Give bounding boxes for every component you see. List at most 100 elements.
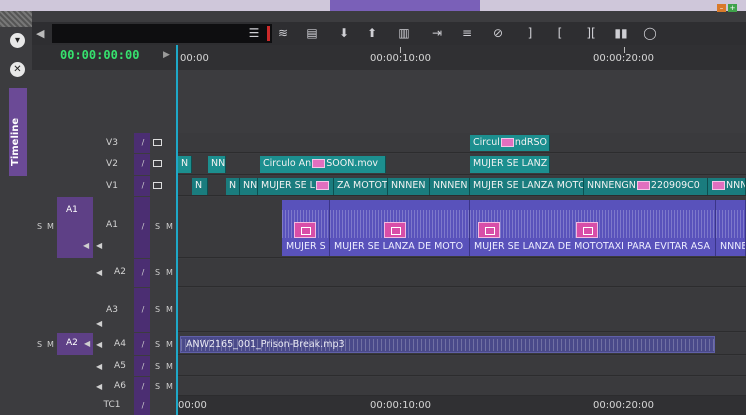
speaker-icon[interactable]: ◀ — [83, 241, 89, 250]
clip[interactable]: Circul ndRSO — [470, 135, 550, 151]
track-name-a1: A1 — [106, 220, 118, 230]
track-lane-a1[interactable]: MUJER S MUJER SE LANZA DE MOTO MUJER SE … — [178, 197, 746, 258]
lower-arrow-icon[interactable]: ⬇ — [334, 24, 354, 43]
source-solo[interactable]: S — [37, 222, 42, 231]
drag-handle[interactable] — [0, 11, 32, 27]
track-name-a6: A6 — [114, 381, 126, 391]
solo-button[interactable]: S — [155, 340, 160, 349]
track-lock-icon[interactable]: / — [138, 401, 148, 410]
track-lane-a2[interactable] — [178, 259, 746, 287]
add-panel-button[interactable]: + — [728, 4, 737, 12]
audio-clip[interactable]: MUJER SE LANZA DE MOTOTAXI PARA EVITAR A… — [470, 200, 716, 256]
clip[interactable]: N — [226, 178, 240, 195]
audio-clip[interactable]: ANW2165_001_Prison-Break.mp3 — [180, 336, 715, 353]
track-icon[interactable]: ▤ — [302, 24, 322, 43]
mute-button[interactable]: M — [166, 340, 173, 349]
mark-in-icon[interactable]: [ — [552, 24, 568, 43]
minimize-button[interactable]: – — [717, 4, 726, 12]
clip[interactable]: MUJER SE LANZA MOTO — [470, 178, 584, 195]
video-monitor-icon[interactable] — [153, 160, 162, 167]
clip[interactable]: NNNEN — [430, 178, 470, 195]
source-solo[interactable]: S — [37, 340, 42, 349]
track-lock-icon[interactable]: / — [138, 362, 148, 371]
play-icon[interactable]: ▶ — [163, 50, 170, 60]
track-a5: ◀ A5 / S M — [32, 356, 746, 376]
mute-button[interactable]: M — [166, 268, 173, 277]
track-lane-v2[interactable]: N NN Circulo An SOON.mov MUJER SE LANZ — [178, 154, 746, 175]
record-icon[interactable]: ◯ — [640, 24, 660, 43]
track-lane-a4[interactable]: ANW2165_001_Prison-Break.mp3 — [178, 333, 746, 355]
clip-icon[interactable]: ▮▮ — [610, 24, 632, 43]
solo-button[interactable]: S — [155, 222, 160, 231]
audio-clip[interactable]: NNNE — [716, 200, 746, 256]
solo-button[interactable]: S — [155, 362, 160, 371]
speaker-icon[interactable]: ◀ — [84, 339, 90, 348]
clip[interactable]: Circulo An SOON.mov — [260, 156, 386, 173]
overwrite-icon[interactable]: ≡ — [456, 24, 478, 43]
track-lock-icon[interactable]: / — [138, 222, 148, 231]
video-monitor-icon[interactable] — [153, 182, 162, 189]
clip[interactable]: MUJER SE LANZ — [470, 156, 550, 173]
clip[interactable]: MUJER SE L — [258, 178, 334, 195]
mark-out-icon[interactable]: ] — [522, 24, 538, 43]
track-lane-v1[interactable]: N N NN MUJER SE L ZA MOTOT. NNNEN NNNEN … — [178, 176, 746, 196]
mute-button[interactable]: M — [166, 382, 173, 391]
mute-button[interactable]: M — [166, 362, 173, 371]
timeline-side-tab[interactable]: Timeline — [9, 88, 27, 176]
track-a6: ◀ A6 / S M — [32, 377, 746, 396]
play-back-icon[interactable]: ◀ — [36, 24, 44, 43]
timecode-ruler-row: 00:00:00:00 ▶ 00:00 00:00:10:00 00:00:20… — [32, 45, 746, 70]
track-name-a3: A3 — [106, 305, 118, 315]
panel-menu-icon[interactable]: ▾ — [10, 33, 25, 48]
clip[interactable]: NNNENGN 220909C0 — [584, 178, 708, 195]
track-lane-v3[interactable]: Circul ndRSO — [178, 133, 746, 153]
solo-button[interactable]: S — [155, 305, 160, 314]
ruler-label-0: 00:00 — [180, 53, 209, 64]
speaker-icon[interactable]: ◀ — [96, 319, 102, 328]
clip[interactable]: ZA MOTOT. — [334, 178, 388, 195]
mute-button[interactable]: M — [166, 222, 173, 231]
clip[interactable]: NNNEN — [388, 178, 430, 195]
clip[interactable]: N — [178, 156, 192, 173]
insert-icon[interactable]: ⇥ — [426, 24, 448, 43]
source-mute[interactable]: M — [47, 340, 54, 349]
lift-arrow-icon[interactable]: ⬆ — [362, 24, 382, 43]
audio-clip[interactable]: MUJER S — [282, 200, 330, 256]
track-lock-icon[interactable]: / — [138, 382, 148, 391]
track-lock-icon[interactable]: / — [138, 305, 148, 314]
track-lane-a6[interactable] — [178, 377, 746, 396]
track-lock-icon[interactable]: / — [138, 138, 148, 147]
clip[interactable]: NN — [240, 178, 258, 195]
ruler-tick — [400, 47, 401, 53]
track-a2: ◀ A2 / S M — [32, 259, 746, 287]
clip[interactable]: N — [192, 178, 208, 195]
film-icon[interactable]: ▥ — [394, 24, 414, 43]
playhead[interactable] — [176, 45, 178, 415]
timeline-toolbar: ◀ ☰ ≋ ▤ ⬇ ⬆ ▥ ⇥ ≡ ⊘ ] [ ][ ▮▮ ◯ — [32, 22, 746, 45]
mute-button[interactable]: M — [166, 305, 173, 314]
clip[interactable]: NN — [208, 156, 226, 173]
solo-button[interactable]: S — [155, 268, 160, 277]
settings-sliders-icon[interactable]: ≋ — [272, 24, 294, 43]
solo-button[interactable]: S — [155, 382, 160, 391]
audio-clip[interactable]: MUJER SE LANZA DE MOTO — [330, 200, 470, 256]
ruler-label-10: 00:00:10:00 — [370, 53, 432, 64]
clip[interactable]: NNNE — [708, 178, 746, 195]
speaker-icon[interactable]: ◀ — [96, 241, 102, 250]
track-lock-icon[interactable]: / — [138, 268, 148, 277]
track-lock-icon[interactable]: / — [138, 340, 148, 349]
video-monitor-icon[interactable] — [153, 139, 162, 146]
mark-clip-icon[interactable]: ][ — [580, 24, 602, 43]
track-v1: V1 / N N NN MUJER SE L ZA MOTOT. NNNEN N… — [32, 176, 746, 196]
list-icon[interactable]: ☰ — [244, 24, 264, 43]
timecode-entry-display[interactable] — [52, 24, 272, 43]
track-lane-a5[interactable] — [178, 356, 746, 376]
clip-effect-icon — [478, 222, 500, 238]
close-panel-icon[interactable]: ✕ — [10, 62, 25, 77]
track-name-a2: A2 — [114, 267, 126, 277]
track-lock-icon[interactable]: / — [138, 181, 148, 190]
track-lane-a3[interactable] — [178, 288, 746, 332]
track-lock-icon[interactable]: / — [138, 159, 148, 168]
disable-icon[interactable]: ⊘ — [488, 24, 508, 43]
source-mute[interactable]: M — [47, 222, 54, 231]
